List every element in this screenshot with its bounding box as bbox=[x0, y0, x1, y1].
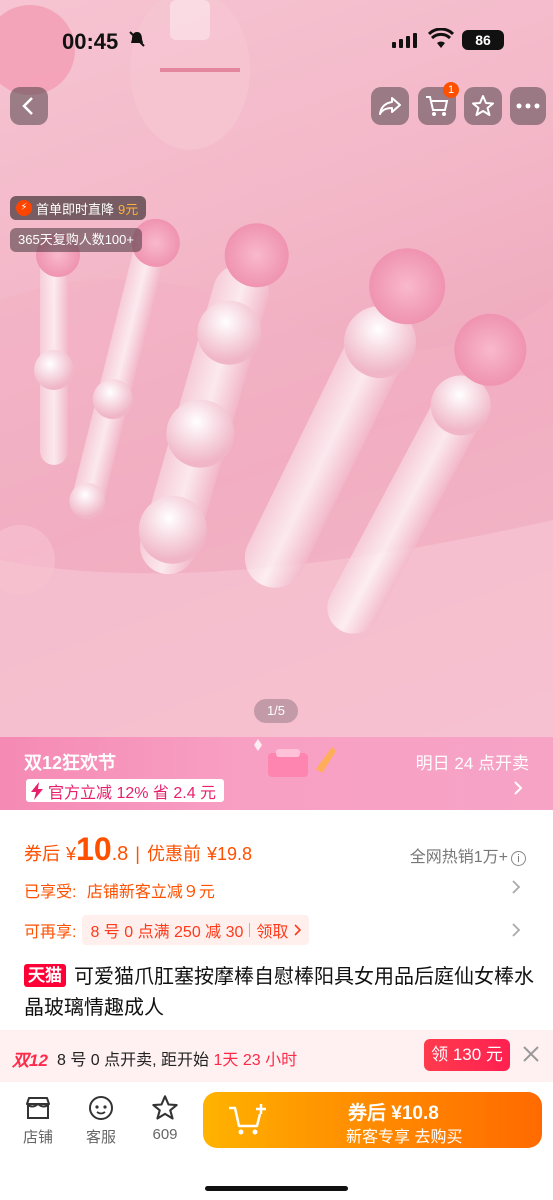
coupon-tag[interactable]: 8 号 0 点满 250 减 30 领取 bbox=[82, 915, 310, 945]
chevron-right-icon bbox=[511, 922, 521, 943]
countdown-remaining: 1天 23 小时 bbox=[213, 1052, 298, 1069]
available-label: 可再享: bbox=[24, 924, 77, 941]
info-icon: i bbox=[511, 851, 526, 866]
clock: 00:45 bbox=[62, 29, 119, 54]
promo-amount: 9元 bbox=[118, 201, 139, 217]
battery-indicator: 86 bbox=[462, 30, 504, 50]
lightning-icon bbox=[31, 781, 43, 800]
customer-service-label: 客服 bbox=[85, 1129, 116, 1146]
original-price-label: 优惠前 bbox=[146, 844, 201, 864]
sales-volume[interactable]: 全网热销1万+ i bbox=[410, 843, 526, 867]
price-integer: 10 bbox=[76, 831, 112, 867]
home-indicator bbox=[205, 1186, 348, 1191]
enjoyed-value: 店铺新客立减９元 bbox=[86, 884, 215, 901]
customer-service-tab[interactable]: 客服 bbox=[76, 1094, 126, 1147]
festival-title: 双12狂欢节 bbox=[24, 753, 117, 773]
coupon-text: 8 号 0 点满 250 减 30 bbox=[90, 924, 244, 941]
buy-price-label: 券后 ¥10.8 bbox=[348, 1103, 439, 1124]
presale-countdown-bar: 双12 8 号 0 点开卖, 距开始 1天 23 小时 领 130 元 bbox=[0, 1030, 553, 1082]
festival-banner[interactable]: 双12狂欢节 明日 24 点开卖 官方立减 12% 省 2.4 元 bbox=[0, 737, 553, 810]
wifi-icon bbox=[427, 27, 455, 55]
price-decimal: .8 bbox=[111, 843, 129, 865]
lightning-icon: ⚡ bbox=[16, 200, 32, 216]
price-row: 券后 ¥ 10 .8 | 优惠前 ¥19.8 bbox=[24, 831, 252, 871]
tmall-badge: 天猫 bbox=[24, 964, 66, 987]
favorite-tab[interactable]: 609 bbox=[140, 1094, 190, 1143]
price-separator: | bbox=[135, 844, 140, 864]
star-icon bbox=[472, 95, 494, 116]
close-icon[interactable] bbox=[522, 1043, 540, 1069]
first-order-promo-badge: ⚡ 首单即时直降 9元 bbox=[10, 196, 147, 220]
cellular-signal-icon bbox=[392, 33, 417, 48]
cart-button[interactable]: 1 bbox=[418, 82, 459, 125]
countdown-prefix: 8 号 0 点开卖, 距开始 bbox=[57, 1052, 210, 1069]
product-title-text: 可爱猫爪肛塞按摩棒自慰棒阳具女用品后庭仙女棒水晶玻璃情趣成人 bbox=[24, 966, 534, 1019]
share-button[interactable] bbox=[371, 87, 409, 125]
coupon-divider bbox=[249, 923, 251, 937]
chevron-left-icon bbox=[22, 97, 33, 115]
repurchase-badge: 365天复购人数100+ bbox=[10, 228, 142, 252]
product-title: 天猫 可爱猫爪肛塞按摩棒自慰棒阳具女用品后庭仙女棒水晶玻璃情趣成人 bbox=[24, 962, 534, 1024]
promo-label: 首单即时直降 bbox=[36, 201, 115, 217]
status-bar: 00:45 86 bbox=[0, 0, 553, 80]
store-icon bbox=[13, 1094, 63, 1122]
bottom-action-bar: 店铺 客服 609 券后 ¥10.8 新客专享 去购买 bbox=[0, 1082, 553, 1200]
double12-tag: 双12 bbox=[12, 1051, 48, 1070]
chevron-right-icon bbox=[511, 879, 521, 900]
favorite-count: 609 bbox=[152, 1126, 178, 1143]
share-icon bbox=[379, 97, 401, 115]
chevron-right-icon bbox=[294, 924, 302, 936]
chevron-right-icon bbox=[513, 779, 523, 802]
claim-coupon-link[interactable]: 领取 bbox=[256, 918, 288, 942]
original-price: ¥19.8 bbox=[206, 844, 253, 864]
official-discount-text: 官方立减 12% 省 2.4 元 bbox=[48, 784, 217, 802]
add-cart-icon bbox=[227, 1102, 271, 1143]
festival-open-time: 明日 24 点开卖 bbox=[415, 754, 529, 773]
buy-subtitle: 新客专享 去购买 bbox=[346, 1129, 463, 1146]
more-icon bbox=[516, 103, 540, 109]
official-discount-tag: 官方立减 12% 省 2.4 元 bbox=[26, 779, 225, 802]
available-coupon-row[interactable]: 可再享: 8 号 0 点满 250 减 30 领取 bbox=[24, 914, 310, 946]
store-label: 店铺 bbox=[22, 1129, 53, 1146]
back-button[interactable] bbox=[10, 87, 48, 125]
image-pager: 1/5 bbox=[254, 699, 298, 723]
price-after-coupon-label: 券后 bbox=[24, 844, 60, 864]
enjoyed-label: 已享受: bbox=[24, 884, 77, 901]
favorite-button[interactable] bbox=[464, 87, 502, 125]
claim-coupon-button[interactable]: 领 130 元 bbox=[424, 1039, 510, 1071]
star-icon bbox=[140, 1094, 190, 1122]
enjoyed-benefit-row[interactable]: 已享受: 店铺新客立减９元 bbox=[24, 878, 215, 902]
countdown-text: 8 号 0 点开卖, 距开始 1天 23 小时 bbox=[57, 1046, 297, 1070]
more-button[interactable] bbox=[510, 87, 546, 125]
customer-service-icon bbox=[76, 1094, 126, 1122]
buy-now-button[interactable]: 券后 ¥10.8 新客专享 去购买 bbox=[203, 1092, 542, 1148]
currency-symbol: ¥ bbox=[66, 844, 77, 864]
cart-count-badge: 1 bbox=[443, 82, 459, 98]
mute-icon bbox=[128, 30, 146, 53]
store-tab[interactable]: 店铺 bbox=[13, 1094, 63, 1147]
sales-text: 全网热销1万+ bbox=[409, 849, 508, 866]
gift-decoration-icon bbox=[254, 739, 336, 777]
cart-icon bbox=[426, 96, 449, 116]
